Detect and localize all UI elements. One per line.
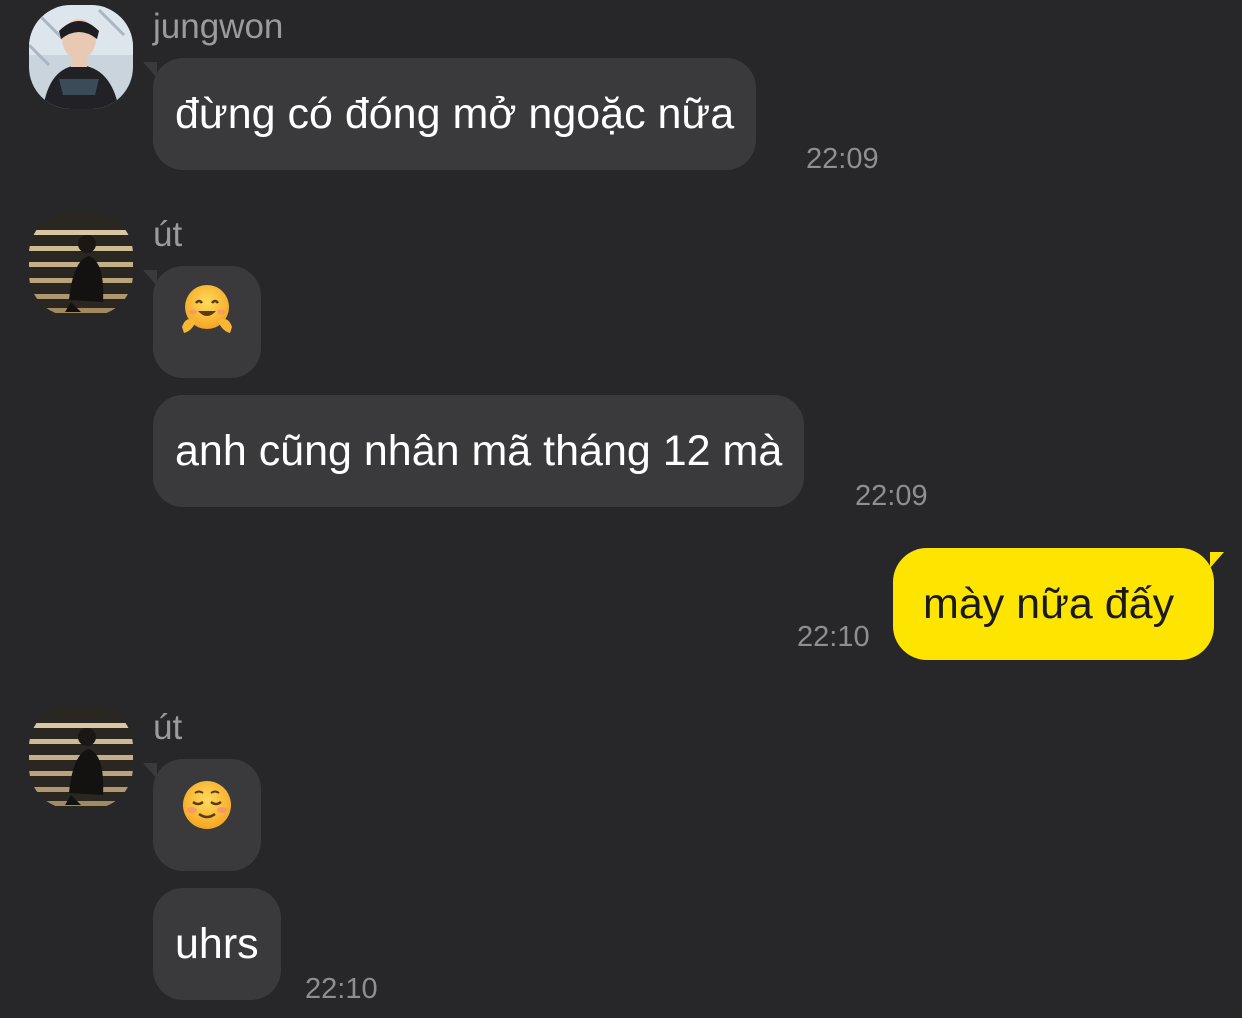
message-bubble[interactable]: đừng có đóng mở ngoặc nữa <box>153 58 757 170</box>
emoji-bubble[interactable] <box>153 759 261 871</box>
message-bubble[interactable]: uhrs <box>153 888 281 1000</box>
emoji-bubble[interactable] <box>153 266 261 378</box>
message-text: mày nữa đấy <box>923 580 1175 628</box>
smiling-face-emoji <box>180 762 234 874</box>
message-timestamp: 22:10 <box>797 621 870 653</box>
sender-name: út <box>153 708 183 747</box>
message-text: đừng có đóng mở ngoặc nữa <box>175 90 735 138</box>
message-text: anh cũng nhân mã tháng 12 mà <box>175 427 783 475</box>
message-text: uhrs <box>175 920 259 968</box>
message-timestamp: 22:10 <box>305 973 378 1005</box>
message-timestamp: 22:09 <box>806 143 879 175</box>
message-bubble[interactable]: anh cũng nhân mã tháng 12 mà <box>153 395 805 507</box>
chat-view: jungwon đừng có đóng mở ngoặc nữa 22:09 … <box>0 0 1242 1018</box>
sender-name: út <box>153 215 183 254</box>
hugging-face-emoji <box>178 269 236 381</box>
sender-name: jungwon <box>153 7 284 46</box>
bubble-tail <box>1210 552 1224 568</box>
message-timestamp: 22:09 <box>855 480 928 512</box>
avatar-jungwon[interactable] <box>29 5 133 109</box>
avatar-ut[interactable] <box>29 705 133 809</box>
avatar-ut[interactable] <box>29 212 133 316</box>
outgoing-message-bubble[interactable]: mày nữa đấy <box>893 548 1214 660</box>
